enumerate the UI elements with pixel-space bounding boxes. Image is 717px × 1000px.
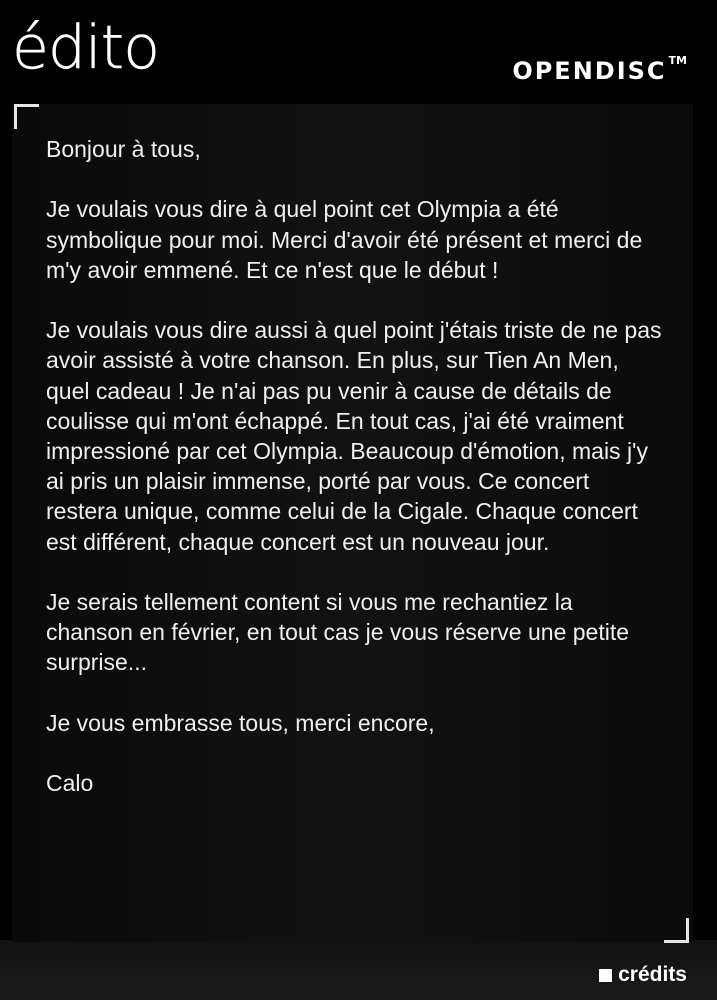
letter-paragraph: Je voulais vous dire aussi à quel point … [46, 317, 662, 555]
brand-name: OPENDISC [512, 48, 667, 88]
trademark-mark: TM [668, 54, 687, 67]
brand-logo[interactable]: OPENDISC TM [512, 48, 687, 92]
letter-body: Bonjour à tous, Je voulais vous dire à q… [46, 134, 666, 798]
page-header: édito OPENDISC TM [0, 0, 717, 108]
letter-greeting: Bonjour à tous, [46, 136, 201, 162]
letter-signature: Calo [46, 770, 94, 797]
letter-paragraph: Je voulais vous dire à quel point cet Ol… [46, 196, 643, 283]
credits-label: crédits [618, 963, 687, 986]
letter-paragraph: Je serais tellement content si vous me r… [46, 589, 630, 676]
credits-link[interactable]: crédits [599, 962, 687, 988]
corner-bracket-top-left-icon [14, 104, 39, 129]
corner-bracket-bottom-right-icon [664, 918, 689, 943]
letter-closing: Je vous embrasse tous, merci encore, [46, 709, 435, 736]
page-title: édito [12, 13, 160, 83]
square-bullet-icon [599, 968, 613, 982]
